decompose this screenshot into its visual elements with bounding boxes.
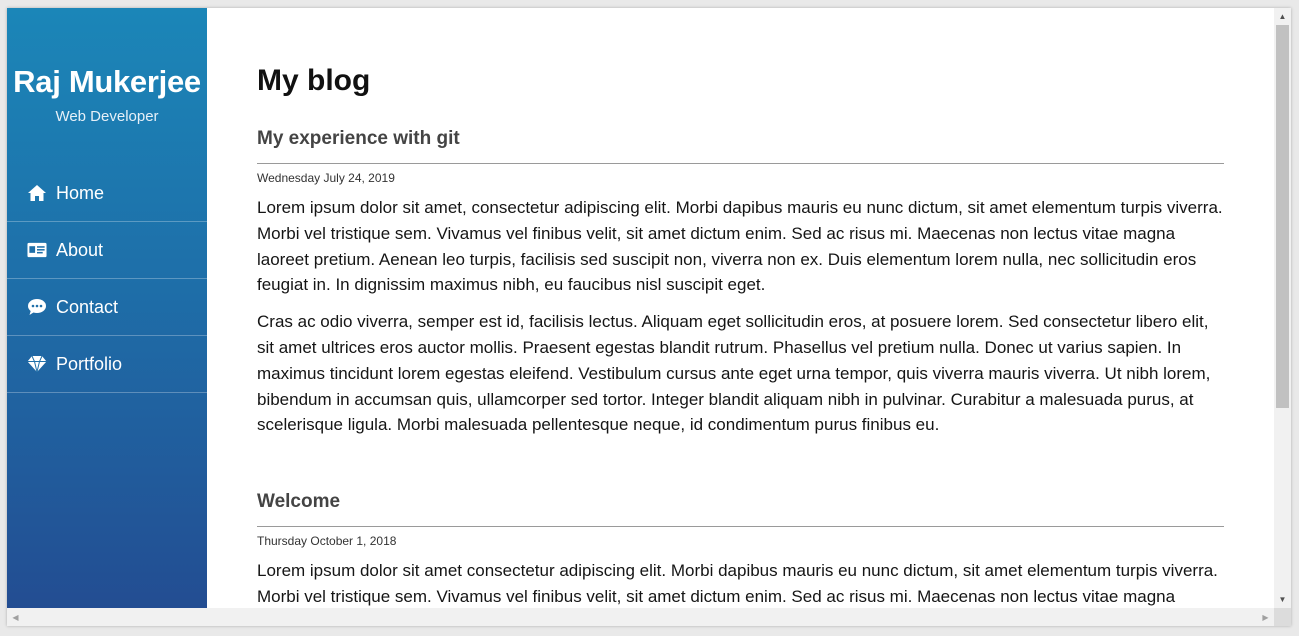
post-date: Thursday October 1, 2018 (257, 534, 397, 548)
sidebar-item-label: About (56, 239, 104, 260)
post-divider (257, 526, 1224, 527)
sidebar-item-contact[interactable]: Contact (7, 279, 207, 336)
horizontal-scrollbar[interactable]: ◀ ▶ (7, 608, 1274, 626)
post-divider (257, 163, 1224, 164)
browser-viewport: Raj Mukerjee Web Developer Home About Co… (7, 8, 1291, 626)
sidebar-item-label: Portfolio (56, 353, 123, 374)
sidebar: Raj Mukerjee Web Developer Home About Co… (7, 8, 207, 608)
sidebar-item-portfolio[interactable]: Portfolio (7, 336, 207, 393)
diamond-icon (27, 354, 47, 374)
site-owner-role: Web Developer (55, 108, 159, 125)
id-card-icon (27, 240, 47, 260)
vertical-scrollbar[interactable]: ▲ ▼ (1274, 8, 1291, 608)
post-title: My experience with git (257, 128, 460, 149)
post-title: Welcome (257, 491, 341, 512)
sidebar-item-about[interactable]: About (7, 222, 207, 279)
scroll-right-icon[interactable]: ▶ (1257, 608, 1274, 626)
blog-post: Welcome Thursday October 1, 2018 Lorem i… (257, 491, 1224, 626)
scroll-left-icon[interactable]: ◀ (7, 608, 24, 626)
chat-bubble-icon (27, 297, 47, 317)
sidebar-item-home[interactable]: Home (7, 165, 207, 222)
sidebar-nav: Home About Contact Portfolio (7, 165, 207, 393)
blog-content: My blog My experience with git Wednesday… (257, 8, 1224, 626)
page-title: My blog (257, 64, 371, 97)
scroll-down-icon[interactable]: ▼ (1274, 591, 1291, 608)
post-paragraph: Lorem ipsum dolor sit amet, consectetur … (257, 198, 1223, 295)
sidebar-item-label: Home (56, 182, 105, 203)
site-owner-name: Raj Mukerjee (13, 64, 201, 99)
vertical-scroll-thumb[interactable] (1276, 25, 1289, 408)
post-date: Wednesday July 24, 2019 (257, 171, 395, 185)
sidebar-item-label: Contact (56, 296, 119, 317)
scroll-up-icon[interactable]: ▲ (1274, 8, 1291, 25)
post-paragraph: Cras ac odio viverra, semper est id, fac… (257, 312, 1211, 435)
blog-post: My experience with git Wednesday July 24… (257, 128, 1224, 438)
home-icon (27, 183, 47, 203)
scrollbar-corner (1274, 608, 1291, 626)
